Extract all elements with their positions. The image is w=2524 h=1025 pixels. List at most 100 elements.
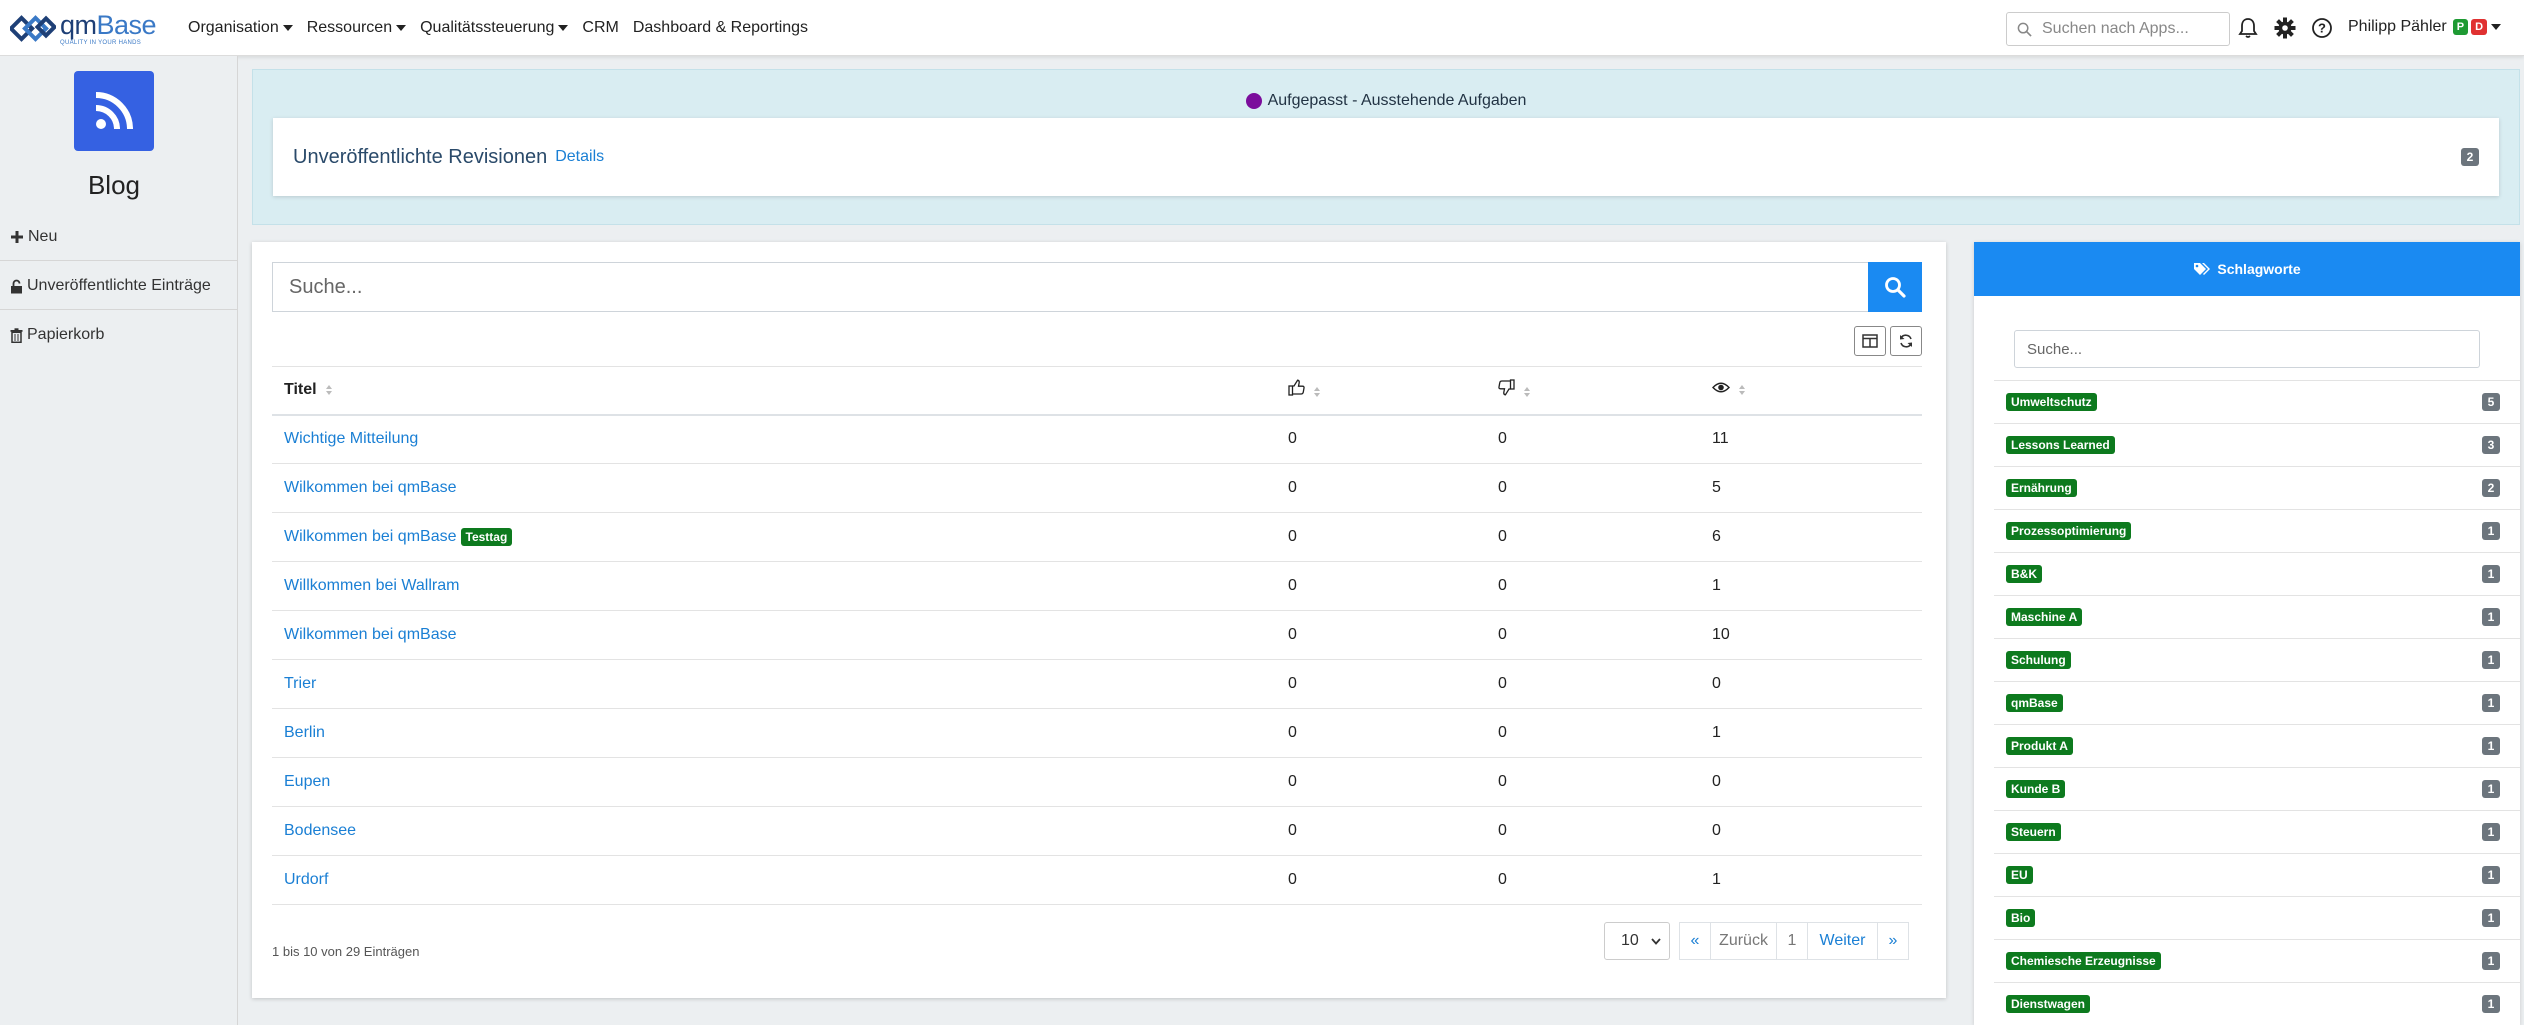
- sidebar-item-papierkorb[interactable]: Papierkorb: [10, 326, 104, 344]
- page-prev-button[interactable]: Zurück: [1710, 922, 1777, 960]
- app-search-box: [2006, 12, 2230, 46]
- likes-cell: 0: [1276, 855, 1486, 905]
- likes-cell: 0: [1276, 708, 1486, 758]
- column-views[interactable]: [1700, 366, 1922, 416]
- tag-row[interactable]: Umweltschutz 5: [1994, 380, 2520, 423]
- post-title-link[interactable]: Wilkommen bei qmBase: [284, 626, 457, 643]
- blog-search-input[interactable]: [272, 262, 1868, 312]
- dislikes-cell: 0: [1486, 659, 1700, 709]
- table-row: Wilkommen bei qmBase 0 0 10: [272, 610, 1922, 660]
- pagination: « Zurück 1 Weiter »: [1679, 922, 1909, 960]
- post-title-link[interactable]: Trier: [284, 675, 316, 692]
- post-title-link[interactable]: Willkommen bei Wallram: [284, 577, 459, 594]
- menu-ressourcen[interactable]: Ressourcen: [307, 19, 407, 37]
- post-title-link[interactable]: Wilkommen bei qmBase: [284, 528, 457, 545]
- table-row: Berlin 0 0 1: [272, 708, 1922, 758]
- table-header-row: Titel: [272, 366, 1922, 416]
- tags-title: Schlagworte: [2217, 261, 2301, 277]
- column-likes[interactable]: [1276, 366, 1486, 416]
- pending-tasks-panel: Aufgepasst - Ausstehende Aufgaben Unverö…: [252, 69, 2520, 225]
- tag-row[interactable]: Schulung 1: [1994, 638, 2520, 681]
- pending-task-title: Unveröffentlichte Revisionen: [293, 145, 548, 168]
- column-dislikes[interactable]: [1486, 366, 1700, 416]
- page-size-select[interactable]: 10: [1604, 922, 1670, 960]
- sidebar-item-neu[interactable]: Neu: [10, 228, 57, 246]
- qmbase-logo[interactable]: qmBase QUALITY IN YOUR HANDS: [10, 12, 160, 46]
- tag-row[interactable]: Dienstwagen 1: [1994, 982, 2520, 1025]
- user-name: Philipp Pähler: [2348, 18, 2447, 35]
- tag-row[interactable]: Bio 1: [1994, 896, 2520, 939]
- user-menu[interactable]: Philipp Pähler P D: [2348, 18, 2502, 36]
- dislikes-cell: 0: [1486, 463, 1700, 513]
- bell-icon[interactable]: [2236, 16, 2260, 40]
- tag-label: Dienstwagen: [2006, 995, 2091, 1013]
- tag-row[interactable]: Lessons Learned 3: [1994, 423, 2520, 466]
- trash-icon: [10, 327, 23, 343]
- lock-open-icon: [11, 279, 22, 293]
- post-title-link[interactable]: Wilkommen bei qmBase: [284, 479, 457, 496]
- tag-row[interactable]: Ernährung 2: [1994, 466, 2520, 509]
- help-icon[interactable]: ?: [2310, 16, 2334, 40]
- views-cell: 0: [1700, 806, 1922, 856]
- post-title-link[interactable]: Urdorf: [284, 871, 328, 888]
- post-title-link[interactable]: Eupen: [284, 773, 330, 790]
- dislikes-cell: 0: [1486, 757, 1700, 807]
- menu-crm[interactable]: CRM: [582, 19, 618, 37]
- pending-tasks-title: Aufgepasst - Ausstehende Aufgaben: [1267, 92, 1527, 109]
- tag-row[interactable]: Prozessoptimierung 1: [1994, 509, 2520, 552]
- search-button[interactable]: [1868, 262, 1922, 312]
- blog-table: Titel Wichtige Mitteilung 0 0 11 Wilkomm…: [272, 366, 1922, 905]
- tags-search-input[interactable]: [2014, 330, 2480, 368]
- page-first-button[interactable]: «: [1679, 922, 1711, 960]
- plus-icon: [11, 231, 23, 243]
- tag-row[interactable]: EU 1: [1994, 853, 2520, 896]
- tag-row[interactable]: B&K 1: [1994, 552, 2520, 595]
- table-row: Willkommen bei Wallram 0 0 1: [272, 561, 1922, 611]
- search-icon: [1885, 277, 1906, 298]
- blog-search: [272, 262, 1922, 312]
- menu-organisation[interactable]: Organisation: [188, 19, 293, 37]
- tag-label: Produkt A: [2006, 737, 2073, 755]
- columns-toggle-button[interactable]: [1854, 326, 1886, 356]
- page-last-button[interactable]: »: [1877, 922, 1909, 960]
- post-title-link[interactable]: Wichtige Mitteilung: [284, 430, 418, 447]
- tag-count-badge: 1: [2482, 694, 2500, 712]
- details-link[interactable]: Details: [555, 148, 604, 166]
- menu-dashboard[interactable]: Dashboard & Reportings: [633, 19, 808, 37]
- sidebar-item-label: Neu: [28, 228, 58, 245]
- menu-qualitaetssteuerung[interactable]: Qualitätssteuerung: [420, 19, 569, 37]
- pending-task-item: Unveröffentlichte Revisionen Details 2: [273, 118, 2499, 196]
- tag-row[interactable]: Chemiesche Erzeugnisse 1: [1994, 939, 2520, 982]
- gear-icon[interactable]: [2273, 16, 2297, 40]
- menu-dashboard-label: Dashboard & Reportings: [632, 19, 809, 36]
- sidebar: Blog Neu Unveröffentlichte Einträge Papi…: [0, 56, 238, 1025]
- tag-count-badge: 1: [2482, 995, 2500, 1013]
- tag-label: Chemiesche Erzeugnisse: [2006, 952, 2161, 970]
- pending-tasks-header: Aufgepasst - Ausstehende Aufgaben: [253, 92, 2519, 110]
- sidebar-item-unpublished[interactable]: Unveröffentlichte Einträge: [10, 277, 211, 295]
- page-next-button[interactable]: Weiter: [1807, 922, 1878, 960]
- status-dot-icon: [1245, 93, 1262, 109]
- page-current[interactable]: 1: [1776, 922, 1808, 960]
- post-title-link[interactable]: Bodensee: [284, 822, 356, 839]
- dislikes-cell: 0: [1486, 561, 1700, 611]
- column-title[interactable]: Titel: [272, 366, 1276, 416]
- likes-cell: 0: [1276, 414, 1486, 464]
- menu-organisation-label: Organisation: [188, 19, 279, 36]
- post-tag-badge[interactable]: Testtag: [460, 527, 513, 546]
- tag-row[interactable]: Maschine A 1: [1994, 595, 2520, 638]
- refresh-icon: [1900, 334, 1912, 348]
- tag-row[interactable]: qmBase 1: [1994, 681, 2520, 724]
- tag-label: Steuern: [2006, 823, 2061, 841]
- app-search-input[interactable]: [2042, 20, 2222, 38]
- pending-task-count-badge: 2: [2461, 148, 2479, 166]
- tag-row[interactable]: Produkt A 1: [1994, 724, 2520, 767]
- logo-tagline: QUALITY IN YOUR HANDS: [60, 40, 142, 46]
- qmbase-logo-icon: [10, 15, 56, 42]
- refresh-button[interactable]: [1890, 326, 1922, 356]
- tag-row[interactable]: Kunde B 1: [1994, 767, 2520, 810]
- post-title-link[interactable]: Berlin: [284, 724, 325, 741]
- tag-row[interactable]: Steuern 1: [1994, 810, 2520, 853]
- views-cell: 5: [1700, 463, 1922, 513]
- user-badge-d: D: [2471, 19, 2488, 35]
